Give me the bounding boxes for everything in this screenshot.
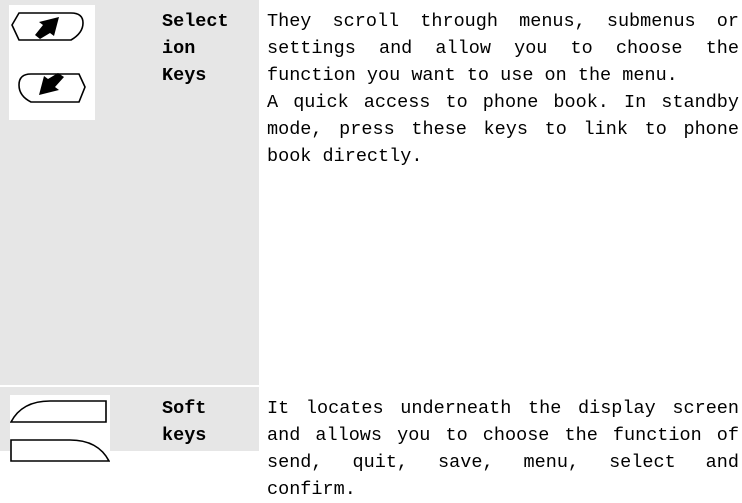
selection-key-down-icon xyxy=(18,73,86,103)
selection-keys-icon-box xyxy=(9,5,95,120)
term-cell: Soft keys xyxy=(152,387,259,451)
description-cell: They scroll through menus, submenus or s… xyxy=(259,0,742,387)
icon-cell xyxy=(0,0,152,387)
term-line: ion xyxy=(162,38,196,59)
description-paragraph: A quick access to phone book. In standby… xyxy=(267,92,739,167)
icon-cell xyxy=(0,387,152,487)
selection-key-up-icon xyxy=(11,12,84,41)
description-text: It locates underneath the display screen… xyxy=(267,395,739,503)
key-description-table: Select ion Keys They scroll through menu… xyxy=(0,0,742,500)
table-row-soft-keys: Soft keys It locates underneath the disp… xyxy=(0,387,742,500)
soft-key-left-icon xyxy=(10,400,107,423)
term-label: Soft keys xyxy=(162,395,206,449)
term-line: Keys xyxy=(162,65,207,86)
description-text: They scroll through menus, submenus or s… xyxy=(267,8,739,170)
description-cell: It locates underneath the display screen… xyxy=(259,387,742,500)
description-paragraph: They scroll through menus, submenus or s… xyxy=(267,11,739,86)
term-line: keys xyxy=(162,425,207,446)
soft-keys-icon-box xyxy=(10,395,110,487)
table-row-selection-keys: Select ion Keys They scroll through menu… xyxy=(0,0,742,388)
term-line: Soft xyxy=(162,398,207,419)
term-label: Select ion Keys xyxy=(162,8,229,89)
term-cell: Select ion Keys xyxy=(152,0,259,387)
term-line: Select xyxy=(162,11,229,32)
description-paragraph: It locates underneath the display screen… xyxy=(267,398,739,500)
